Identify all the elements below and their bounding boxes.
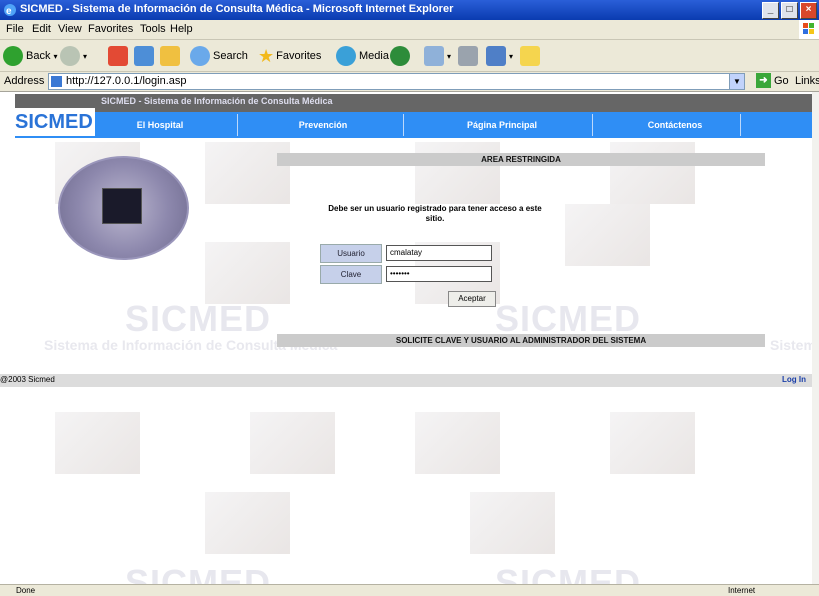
windows-logo-icon <box>799 20 819 39</box>
history-icon <box>390 46 410 66</box>
refresh-icon <box>134 46 154 66</box>
background-photo <box>55 412 140 474</box>
username-input[interactable] <box>386 245 492 261</box>
username-label: Usuario <box>320 244 382 263</box>
status-text: Done <box>16 586 36 595</box>
background-photo <box>415 142 500 204</box>
restricted-area-header: AREA RESTRINGIDA <box>277 153 765 166</box>
address-label: Address <box>4 75 45 87</box>
forward-button[interactable]: ▾ <box>60 45 87 67</box>
menu-favorites[interactable]: Favorites <box>88 23 133 35</box>
page-content: SICMED SICMED Sistema de Información de … <box>0 92 812 584</box>
print-button[interactable] <box>458 45 478 67</box>
nav-el-hospital[interactable]: El Hospital <box>125 120 195 130</box>
chevron-down-icon: ▾ <box>447 51 452 61</box>
stop-button[interactable] <box>108 45 128 67</box>
menu-help[interactable]: Help <box>170 23 193 35</box>
page-icon <box>51 76 62 87</box>
go-arrow-icon: ➜ <box>756 73 771 88</box>
menu-view[interactable]: View <box>58 23 82 35</box>
nav-divider <box>740 114 741 136</box>
back-button[interactable]: Back ▾ <box>3 45 57 67</box>
forward-arrow-icon <box>60 46 80 66</box>
media-button[interactable]: Media <box>336 45 389 67</box>
vertical-scrollbar[interactable] <box>812 92 819 584</box>
main-nav: El Hospital Prevención Página Principal … <box>15 112 812 138</box>
edit-button[interactable]: ▾ <box>486 45 513 67</box>
password-label: Clave <box>320 265 382 284</box>
login-message: Debe ser un usuario registrado para tene… <box>328 204 542 223</box>
home-icon <box>160 46 180 66</box>
request-credentials-notice: SOLICITE CLAVE Y USUARIO AL ADMINISTRADO… <box>277 334 765 347</box>
nav-prevencion[interactable]: Prevención <box>283 120 363 130</box>
background-photo <box>250 412 335 474</box>
site-logo[interactable]: SICMED <box>15 108 95 136</box>
address-input[interactable]: http://127.0.0.1/login.asp ▼ <box>48 73 745 90</box>
chevron-down-icon: ▾ <box>53 51 58 61</box>
svg-text:e: e <box>6 6 12 17</box>
background-photo <box>415 412 500 474</box>
site-title: SICMED - Sistema de Información de Consu… <box>101 96 333 106</box>
close-button[interactable]: × <box>800 2 817 19</box>
nav-divider <box>592 114 593 136</box>
security-zone: Internet <box>728 586 756 595</box>
menu-edit[interactable]: Edit <box>32 23 51 35</box>
background-photo <box>470 492 555 554</box>
background-photo <box>205 142 290 204</box>
background-brand: SICMED <box>495 562 642 584</box>
background-photo <box>205 242 290 304</box>
nav-divider <box>403 114 404 136</box>
nav-contactenos[interactable]: Contáctenos <box>635 120 715 130</box>
address-url: http://127.0.0.1/login.asp <box>66 75 187 87</box>
star-icon: ★ <box>258 45 275 66</box>
nav-pagina-principal[interactable]: Página Principal <box>447 120 557 130</box>
favorites-button[interactable]: ★ Favorites <box>258 45 321 67</box>
hospital-image <box>58 156 189 260</box>
search-icon <box>190 46 210 66</box>
back-arrow-icon <box>3 46 23 66</box>
accept-button[interactable]: Aceptar <box>448 291 496 307</box>
stop-icon <box>108 46 128 66</box>
toolbar: Back ▾ ▾ Search ★ Favorites Media ▾ ▾ <box>0 40 819 72</box>
background-tagline: Sistema de Información de Consulta Médic… <box>770 337 812 353</box>
messenger-button[interactable] <box>520 45 540 67</box>
go-button[interactable]: ➜ Go <box>756 73 789 88</box>
home-button[interactable] <box>160 45 180 67</box>
status-bar: Done Internet <box>0 584 819 596</box>
links-button[interactable]: Links <box>795 75 819 87</box>
background-photo <box>610 142 695 204</box>
history-button[interactable] <box>390 45 410 67</box>
menu-file[interactable]: File <box>6 23 24 35</box>
background-brand: SICMED <box>125 298 272 339</box>
copyright-text: @2003 Sicmed <box>0 375 55 384</box>
password-input[interactable] <box>386 266 492 282</box>
window-title: SICMED - Sistema de Información de Consu… <box>20 3 454 15</box>
background-photo <box>565 204 650 266</box>
search-button[interactable]: Search <box>190 45 248 67</box>
media-icon <box>336 46 356 66</box>
background-photo <box>205 492 290 554</box>
monitor-icon <box>102 188 142 224</box>
menu-tools[interactable]: Tools <box>140 23 166 35</box>
login-link[interactable]: Log In <box>782 375 806 384</box>
ie-icon: e <box>3 3 17 17</box>
mail-button[interactable]: ▾ <box>424 45 451 67</box>
site-footer: @2003 Sicmed Log In <box>0 374 812 387</box>
mail-icon <box>424 46 444 66</box>
messenger-icon <box>520 46 540 66</box>
chevron-down-icon: ▾ <box>83 51 88 61</box>
chevron-down-icon: ▾ <box>509 51 514 61</box>
menu-bar: File Edit View Favorites Tools Help <box>0 20 819 40</box>
window-title-bar: e SICMED - Sistema de Información de Con… <box>0 0 819 20</box>
address-bar: Address http://127.0.0.1/login.asp ▼ ➜ G… <box>0 72 819 92</box>
background-brand: SICMED <box>125 562 272 584</box>
minimize-button[interactable]: _ <box>762 2 779 19</box>
print-icon <box>458 46 478 66</box>
chevron-down-icon[interactable]: ▼ <box>729 74 744 89</box>
background-photo <box>610 412 695 474</box>
edit-icon <box>486 46 506 66</box>
nav-divider <box>237 114 238 136</box>
maximize-button[interactable]: □ <box>781 2 798 19</box>
refresh-button[interactable] <box>134 45 154 67</box>
